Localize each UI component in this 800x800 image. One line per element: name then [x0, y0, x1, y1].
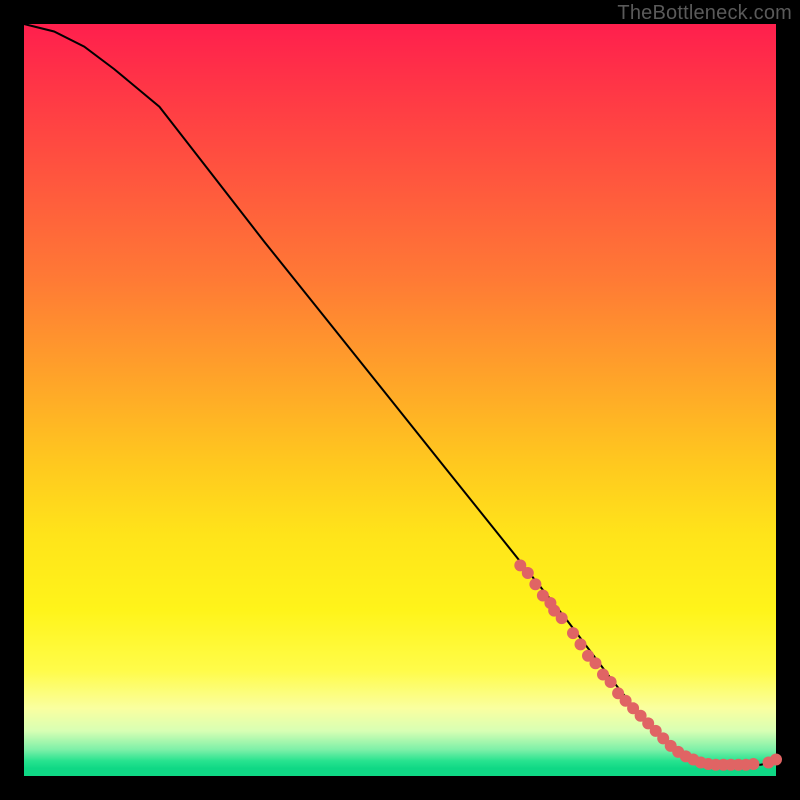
- watermark-text: TheBottleneck.com: [617, 2, 792, 25]
- chart-marker: [529, 578, 541, 590]
- chart-marker: [590, 657, 602, 669]
- chart-curve-line: [24, 24, 776, 765]
- chart-svg: [24, 24, 776, 776]
- chart-marker: [575, 638, 587, 650]
- chart-marker: [567, 627, 579, 639]
- chart-marker-group: [514, 559, 782, 770]
- chart-stage: TheBottleneck.com: [0, 0, 800, 800]
- chart-marker: [747, 758, 759, 770]
- chart-marker: [522, 567, 534, 579]
- chart-marker: [556, 612, 568, 624]
- chart-marker: [770, 754, 782, 766]
- chart-marker: [605, 676, 617, 688]
- chart-plot-area: [24, 24, 776, 776]
